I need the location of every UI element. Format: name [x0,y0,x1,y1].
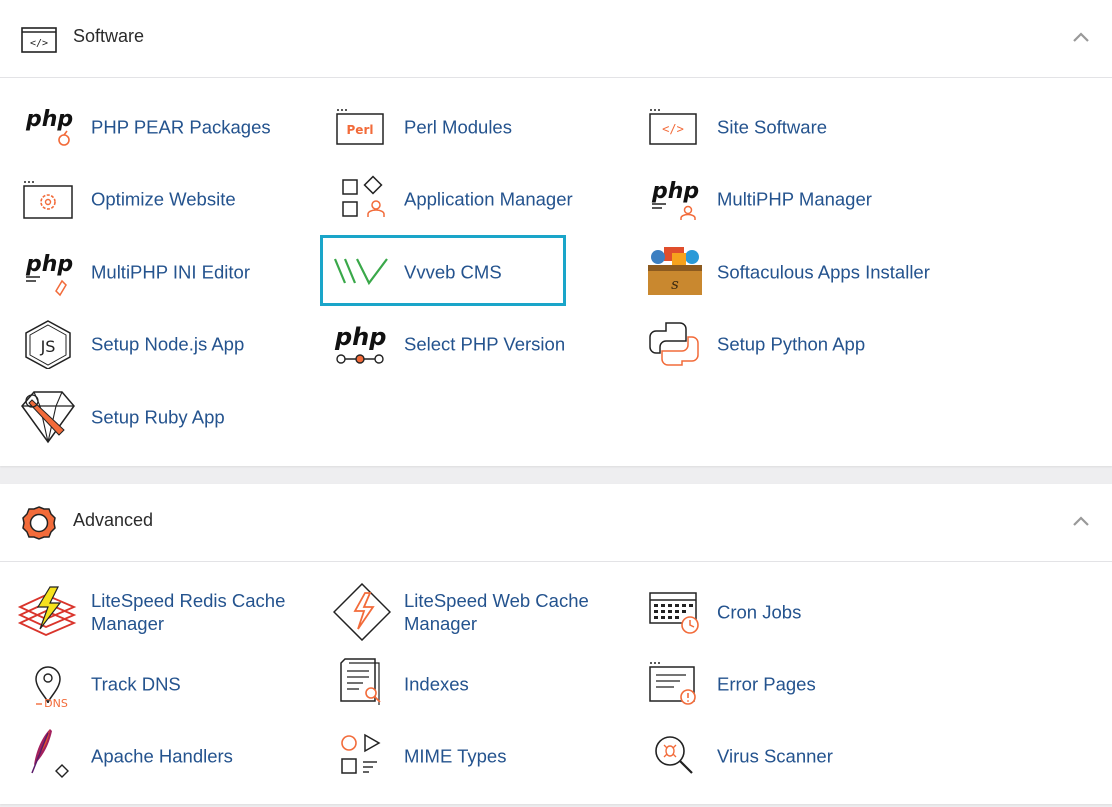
item-label: LiteSpeed Redis Cache Manager [91,590,286,634]
apache-handlers-link[interactable]: Apache Handlers [0,725,300,787]
item-label: LiteSpeed Web Cache Manager [404,590,589,634]
python-icon [646,319,702,369]
app-grid-icon [333,174,389,224]
item-label: MIME Types [404,745,507,767]
svg-text:php: php [651,179,699,204]
nodejs-icon: JS [20,319,76,369]
chevron-up-icon[interactable] [1072,515,1090,527]
setup-python-app-link[interactable]: Setup Python App [626,313,926,375]
shapes-icon [333,731,389,781]
item-label: Perl Modules [404,116,512,138]
calendar-clock-icon [646,587,702,637]
item-label: Optimize Website [91,188,236,210]
php-pear-icon: php [20,102,76,152]
item-label: Setup Node.js App [91,333,245,355]
advanced-header[interactable]: Advanced [0,484,1112,562]
item-label: Site Software [717,116,828,138]
svg-text:</>: </> [662,122,684,136]
litespeed-web-cache-manager-link[interactable]: LiteSpeed Web Cache Manager [313,581,613,643]
svg-text:s: s [671,275,679,293]
ruby-icon [20,391,76,444]
litespeed-redis-cache-manager-link[interactable]: LiteSpeed Redis Cache Manager [0,581,300,643]
select-php-version-link[interactable]: php Select PHP Version [313,313,613,375]
litespeed-icon [333,583,391,641]
dns-pin-icon: DNS [20,659,76,710]
item-label: Virus Scanner [717,745,833,767]
svg-text:JS: JS [40,337,56,356]
chevron-up-icon[interactable] [1072,31,1090,43]
perl-icon: Perl [333,102,389,152]
setup-nodejs-app-link[interactable]: JS Setup Node.js App [0,313,300,375]
indexes-link[interactable]: Indexes [313,653,613,715]
multiphp-ini-editor-link[interactable]: php MultiPHP INI Editor [0,241,300,303]
gear-window-icon [20,174,76,224]
software-header[interactable]: </> Software [0,0,1112,78]
virus-search-icon [646,731,702,781]
item-label: Select PHP Version [404,333,566,355]
feather-icon [20,729,76,781]
svg-text:php: php [25,107,73,132]
code-window-icon: </> [20,22,58,56]
code-window-icon: </> [646,102,702,152]
softaculous-apps-installer-link[interactable]: s Softaculous Apps Installer [626,241,930,303]
item-label: Cron Jobs [717,601,802,623]
optimize-website-link[interactable]: Optimize Website [0,168,300,230]
vvveb-cms-highlight [320,235,566,306]
item-label: Setup Python App [717,333,866,355]
document-search-icon [333,658,389,709]
mime-types-link[interactable]: MIME Types [313,725,613,787]
item-label: Error Pages [717,673,816,695]
svg-text:DNS: DNS [44,697,68,710]
panel-title: Software [73,26,145,46]
php-ini-icon: php [20,247,76,297]
softaculous-icon: s [646,247,702,297]
software-panel: </> Software php PHP PEAR Packages Perl … [0,0,1112,466]
perl-modules-link[interactable]: Perl Perl Modules [313,96,613,158]
php-version-icon: php [333,319,389,369]
error-pages-link[interactable]: Error Pages [626,653,926,715]
track-dns-link[interactable]: DNS Track DNS [0,653,300,715]
item-label: Setup Ruby App [91,406,225,428]
svg-text:php: php [334,323,386,351]
item-label: Application Manager [404,188,573,210]
setup-ruby-app-link[interactable]: Setup Ruby App [0,386,300,448]
panel-title: Advanced [73,510,154,530]
item-label: Apache Handlers [91,745,233,767]
item-label: Softaculous Apps Installer [717,261,930,283]
virus-scanner-link[interactable]: Virus Scanner [626,725,926,787]
svg-text:Perl: Perl [347,123,374,137]
item-label: PHP PEAR Packages [91,116,271,138]
cron-jobs-link[interactable]: Cron Jobs [626,581,926,643]
svg-text:php: php [25,252,73,277]
gear-icon [20,506,58,540]
svg-text:</>: </> [30,38,48,49]
item-label: MultiPHP Manager [717,188,872,210]
item-label: Track DNS [91,673,181,695]
error-page-icon [646,659,702,709]
multiphp-icon: php [646,174,702,224]
application-manager-link[interactable]: Application Manager [313,168,613,230]
item-label: Indexes [404,673,469,695]
php-pear-packages-link[interactable]: php PHP PEAR Packages [0,96,300,158]
site-software-link[interactable]: </> Site Software [626,96,926,158]
redis-icon [16,586,77,637]
item-label: MultiPHP INI Editor [91,261,251,283]
multiphp-manager-link[interactable]: php MultiPHP Manager [626,168,926,230]
advanced-panel: Advanced LiteSpeed Redis Cache Manager L… [0,484,1112,804]
